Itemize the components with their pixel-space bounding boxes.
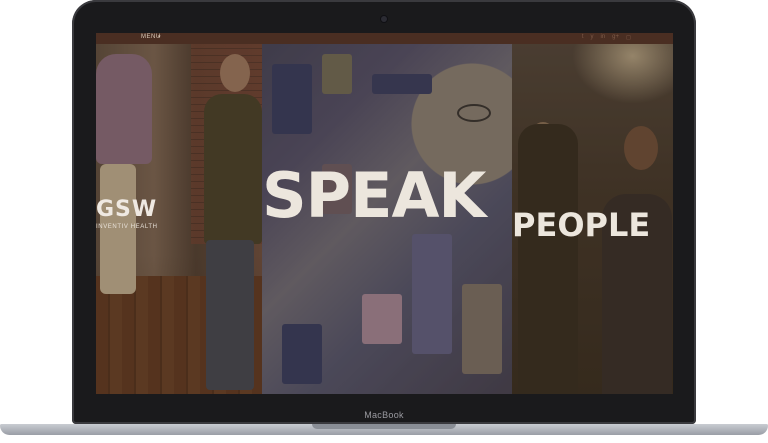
device-brand-label: MacBook (364, 410, 404, 420)
social-links: t y in g+ ◻ (582, 34, 631, 41)
twitter-icon[interactable]: t (582, 34, 584, 41)
linkedin-icon[interactable]: in (601, 34, 606, 41)
chevron-down-icon[interactable]: ▾ (158, 34, 161, 40)
google-plus-icon[interactable]: g+ (612, 34, 619, 41)
webcam-icon (381, 16, 387, 22)
instagram-icon[interactable]: ◻ (626, 34, 631, 41)
logo-subtitle: INVENTIV HEALTH (96, 224, 158, 230)
hero-word-people: PEOPLE (512, 206, 651, 244)
gsw-logo[interactable]: GSW (96, 197, 157, 222)
laptop-screen: MENU ▾ t y in g+ ◻ GSW INVENTIV HEALTH S… (96, 33, 673, 394)
youtube-icon[interactable]: y (591, 34, 594, 41)
laptop-frame: MENU ▾ t y in g+ ◻ GSW INVENTIV HEALTH S… (0, 0, 768, 443)
hero-word-speak: SPEAK (262, 159, 486, 232)
laptop-notch (312, 424, 456, 429)
